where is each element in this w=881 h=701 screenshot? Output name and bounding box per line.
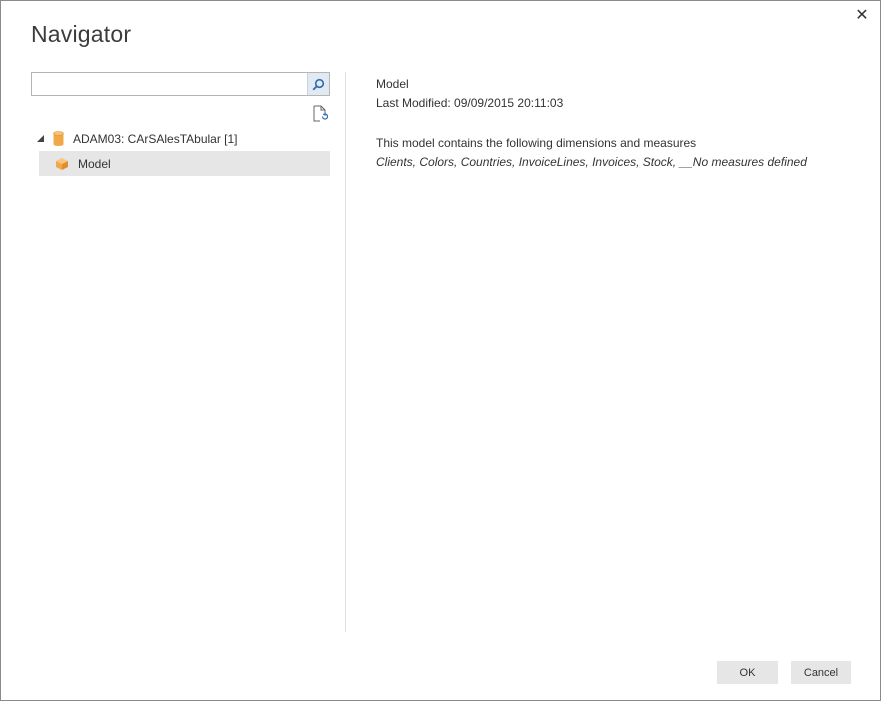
refresh-button[interactable] — [311, 104, 329, 122]
refresh-document-icon — [313, 105, 328, 121]
ok-button[interactable]: OK — [717, 661, 778, 684]
navigator-tree: ADAM03: CArSAlesTAbular [1] Model — [31, 126, 330, 176]
search-box — [31, 72, 330, 96]
tree-node-label: Model — [78, 156, 111, 171]
search-button[interactable] — [307, 73, 329, 95]
cancel-button[interactable]: Cancel — [791, 661, 851, 684]
search-icon — [312, 78, 325, 90]
dialog-title: Navigator — [31, 21, 132, 47]
collapse-triangle-icon — [36, 135, 44, 142]
close-button[interactable]: ✕ — [852, 5, 872, 25]
cube-icon — [55, 157, 69, 171]
details-contents: Clients, Colors, Countries, InvoiceLines… — [376, 155, 807, 169]
details-name: Model — [376, 77, 409, 91]
navigator-dialog: Navigator ✕ ADAM03: CArSAlesTAbular [1] … — [0, 0, 881, 701]
tree-node-label: ADAM03: CArSAlesTAbular [1] — [73, 131, 238, 146]
details-description: This model contains the following dimens… — [376, 136, 697, 150]
details-last-modified: Last Modified: 09/09/2015 20:11:03 — [376, 96, 564, 110]
search-input[interactable] — [32, 73, 308, 95]
details-panel: Model Last Modified: 09/09/2015 20:11:03… — [376, 75, 807, 172]
tree-node-model[interactable]: Model — [39, 151, 330, 176]
database-icon — [53, 131, 64, 146]
panel-divider — [345, 72, 346, 632]
close-icon: ✕ — [855, 7, 869, 24]
expand-collapse-toggle[interactable] — [35, 134, 45, 144]
tree-node-database[interactable]: ADAM03: CArSAlesTAbular [1] — [31, 126, 330, 151]
